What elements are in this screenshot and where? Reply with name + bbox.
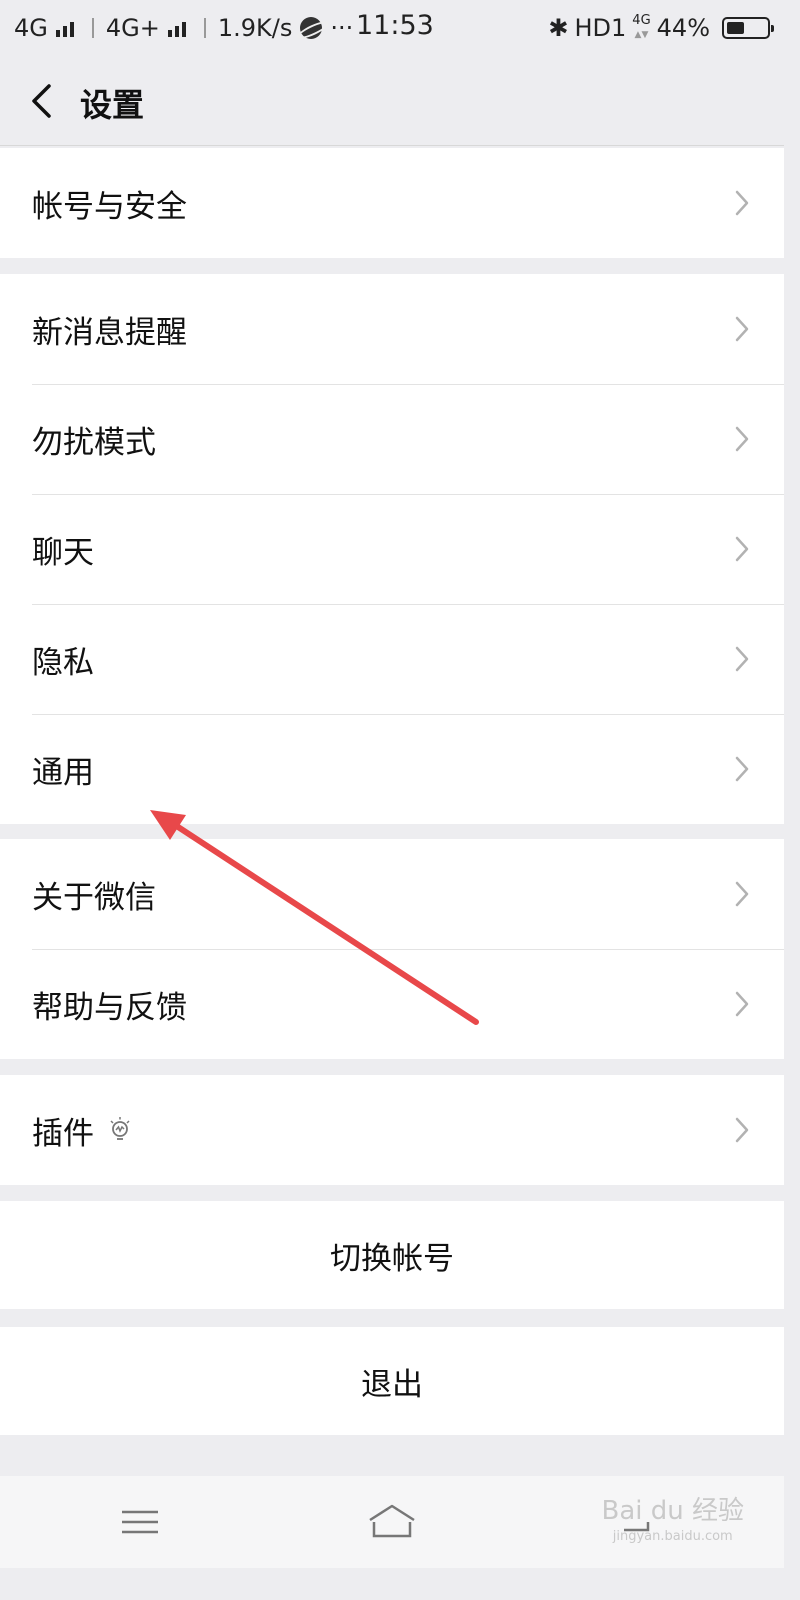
home-button[interactable] bbox=[332, 1476, 452, 1568]
settings-group-plugins: 插件 bbox=[0, 1075, 784, 1185]
settings-group-about: 关于微信 帮助与反馈 bbox=[0, 839, 784, 1059]
chevron-right-icon bbox=[734, 425, 750, 453]
settings-item-notifications[interactable]: 新消息提醒 bbox=[0, 274, 784, 384]
lightbulb-icon bbox=[108, 1116, 132, 1144]
divider bbox=[203, 18, 206, 38]
switch-account-button[interactable]: 切换帐号 bbox=[0, 1201, 784, 1309]
menu-icon bbox=[122, 1510, 158, 1534]
settings-item-general[interactable]: 通用 bbox=[0, 714, 784, 824]
data-activity-icon: 4G ▲▼ bbox=[632, 13, 651, 41]
settings-item-label: 帐号与安全 bbox=[32, 188, 187, 225]
settings-item-plugins[interactable]: 插件 bbox=[0, 1075, 784, 1185]
settings-item-label: 通用 bbox=[32, 754, 94, 791]
network-speed: 1.9K/s bbox=[217, 14, 293, 42]
chevron-left-icon bbox=[32, 84, 51, 118]
back-button[interactable] bbox=[16, 76, 66, 126]
chevron-right-icon bbox=[734, 315, 750, 343]
signal-icon-2 bbox=[167, 19, 186, 37]
logout-label: 退出 bbox=[361, 1366, 423, 1403]
home-icon bbox=[369, 1504, 415, 1538]
browser-planet-icon bbox=[300, 17, 323, 39]
settings-item-label: 帮助与反馈 bbox=[32, 989, 187, 1026]
settings-item-privacy[interactable]: 隐私 bbox=[0, 604, 784, 714]
settings-item-about-wechat[interactable]: 关于微信 bbox=[0, 839, 784, 949]
chevron-right-icon bbox=[734, 1116, 750, 1144]
settings-item-do-not-disturb[interactable]: 勿扰模式 bbox=[0, 384, 784, 494]
settings-item-chat[interactable]: 聊天 bbox=[0, 494, 784, 604]
settings-item-label: 新消息提醒 bbox=[32, 314, 187, 351]
clock: 11:53 bbox=[356, 10, 434, 41]
battery-percent: 44% bbox=[656, 14, 710, 42]
bluetooth-icon: ✱ bbox=[548, 14, 569, 42]
signal-icon bbox=[55, 19, 74, 37]
settings-item-account-security[interactable]: 帐号与安全 bbox=[0, 148, 784, 258]
settings-group-account: 帐号与安全 bbox=[0, 148, 784, 258]
settings-item-label: 插件 bbox=[32, 1115, 94, 1152]
menu-button[interactable] bbox=[80, 1476, 200, 1568]
settings-item-help-feedback[interactable]: 帮助与反馈 bbox=[0, 949, 784, 1059]
system-nav-bar: Bai du 经验 jingyan.baidu.com bbox=[0, 1476, 784, 1568]
chevron-right-icon bbox=[734, 990, 750, 1018]
network-label-1: 4G bbox=[14, 14, 48, 42]
settings-group-main: 新消息提醒 勿扰模式 聊天 隐私 通用 bbox=[0, 274, 784, 824]
watermark-logo: Bai du 经验 jingyan.baidu.com bbox=[601, 1496, 744, 1544]
status-bar: 4G 4G+ 1.9K/s ··· 11:53 ✱ HD1 4G ▲▼ 44% bbox=[0, 0, 784, 56]
logout-button[interactable]: 退出 bbox=[0, 1327, 784, 1435]
nav-header: 设置 bbox=[0, 56, 784, 146]
settings-item-label: 勿扰模式 bbox=[32, 424, 156, 461]
network-label-2: 4G+ bbox=[105, 14, 160, 42]
settings-item-label: 聊天 bbox=[32, 534, 94, 571]
hd-label: HD1 bbox=[574, 14, 627, 42]
page-title: 设置 bbox=[80, 86, 145, 124]
settings-item-label: 隐私 bbox=[32, 644, 94, 681]
more-notifications-icon: ··· bbox=[330, 14, 354, 42]
switch-account-label: 切换帐号 bbox=[330, 1240, 454, 1277]
divider bbox=[91, 18, 94, 38]
settings-item-label: 关于微信 bbox=[32, 879, 156, 916]
chevron-right-icon bbox=[734, 645, 750, 673]
chevron-right-icon bbox=[734, 880, 750, 908]
switch-account-group: 切换帐号 bbox=[0, 1201, 784, 1309]
logout-group: 退出 bbox=[0, 1327, 784, 1435]
chevron-right-icon bbox=[734, 535, 750, 563]
chevron-right-icon bbox=[734, 755, 750, 783]
battery-icon bbox=[722, 17, 774, 39]
chevron-right-icon bbox=[734, 189, 750, 217]
